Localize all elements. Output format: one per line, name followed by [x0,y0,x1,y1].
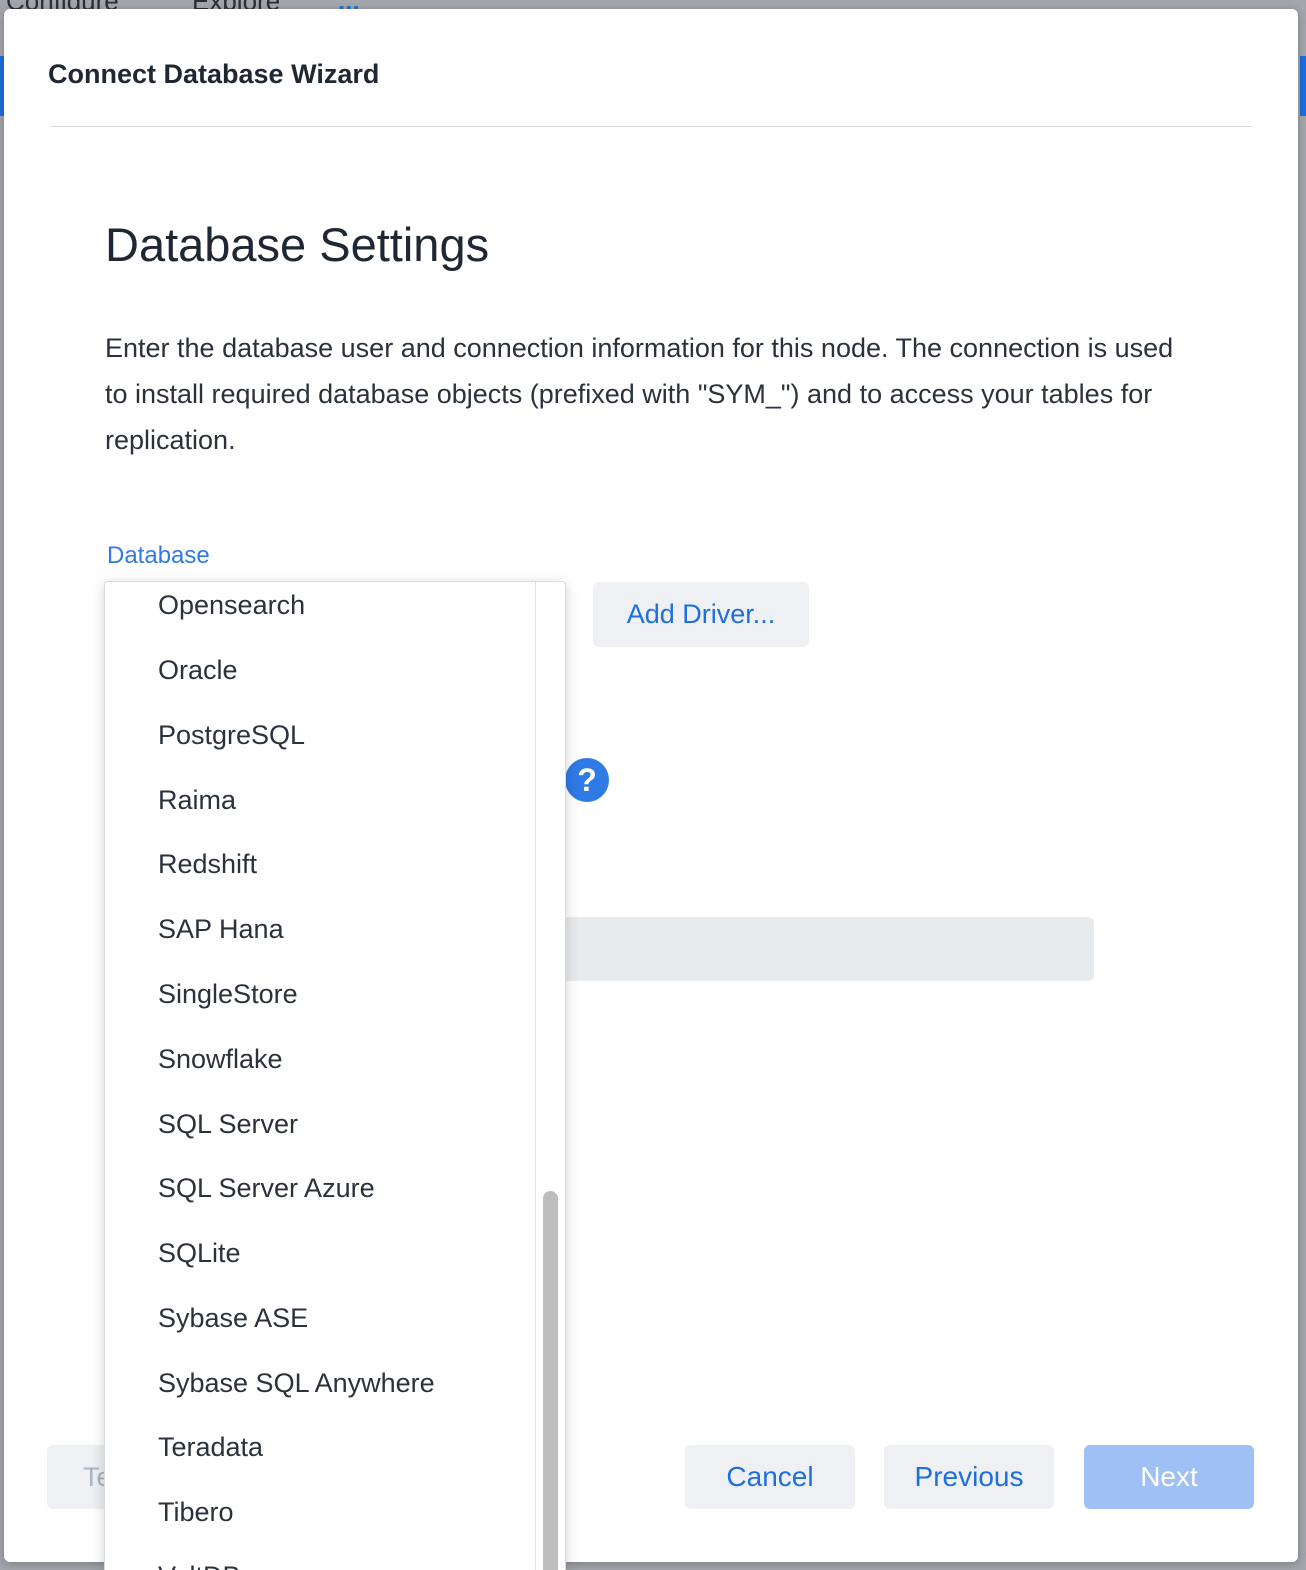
dropdown-option-postgresql[interactable]: PostgreSQL [158,720,305,751]
dropdown-option-sqlite[interactable]: SQLite [158,1238,241,1269]
next-button[interactable]: Next [1084,1445,1254,1509]
dropdown-option-sybase-sql-anywhere[interactable]: Sybase SQL Anywhere [158,1368,435,1399]
title-divider [50,126,1252,127]
dropdown-scrollbar-track[interactable] [535,582,565,1570]
connection-field[interactable] [544,917,1094,981]
dropdown-option-oracle[interactable]: Oracle [158,655,238,686]
add-driver-button[interactable]: Add Driver... [593,582,809,647]
dropdown-option-sql-server[interactable]: SQL Server [158,1109,298,1140]
dropdown-option-voltdb[interactable]: VoltDB [158,1561,241,1570]
dropdown-scrollbar-thumb[interactable] [543,1191,558,1570]
dropdown-option-tibero[interactable]: Tibero [158,1497,234,1528]
dropdown-option-sap-hana[interactable]: SAP Hana [158,914,284,945]
dropdown-option-singlestore[interactable]: SingleStore [158,979,298,1010]
section-title: Database Settings [105,218,490,271]
cancel-button[interactable]: Cancel [685,1445,855,1509]
dropdown-option-raima[interactable]: Raima [158,785,236,816]
dropdown-option-opensearch[interactable]: Opensearch [158,590,305,621]
dropdown-option-sql-server-azure[interactable]: SQL Server Azure [158,1173,375,1204]
database-dropdown-list[interactable]: Opensearch Oracle PostgreSQL Raima Redsh… [104,581,566,1570]
dropdown-option-snowflake[interactable]: Snowflake [158,1044,283,1075]
section-description: Enter the database user and connection i… [105,333,1174,455]
dropdown-option-sybase-ase[interactable]: Sybase ASE [158,1303,308,1334]
previous-button[interactable]: Previous [884,1445,1054,1509]
database-field-label: Database [107,542,210,569]
dropdown-option-teradata[interactable]: Teradata [158,1432,263,1463]
help-icon[interactable]: ? [565,758,609,802]
background-header-edge-right [1300,56,1306,116]
dialog-title: Connect Database Wizard [48,59,380,89]
dropdown-option-redshift[interactable]: Redshift [158,849,257,880]
